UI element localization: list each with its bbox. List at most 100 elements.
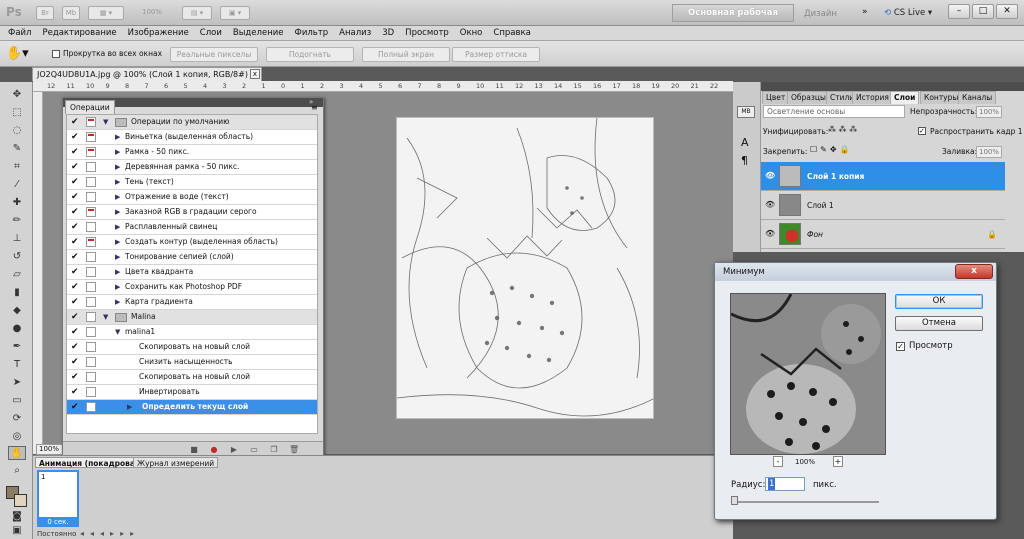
bridge-button[interactable]: Br	[36, 6, 54, 20]
expand-triangle-icon[interactable]: ▶	[115, 160, 120, 174]
expand-triangle-icon[interactable]: ▶	[115, 190, 120, 204]
toggle-check-icon[interactable]: ✔	[71, 312, 81, 322]
toggle-check-icon[interactable]: ✔	[71, 372, 81, 382]
expand-triangle-icon[interactable]: ▶	[115, 295, 120, 309]
action-row[interactable]: ✔ Инвертировать	[67, 385, 317, 400]
menu-window[interactable]: Окно	[460, 28, 483, 38]
gradient-tool-icon[interactable]: ▮	[8, 286, 26, 300]
menu-file[interactable]: Файл	[8, 28, 31, 38]
expand-triangle-icon[interactable]: ▶	[115, 265, 120, 279]
action-row[interactable]: ✔ Скопировать на новый слой	[67, 340, 317, 355]
toggle-check-icon[interactable]: ✔	[71, 327, 81, 337]
expand-triangle-icon[interactable]: ▼	[115, 325, 120, 339]
new-set-icon[interactable]: ▭	[249, 445, 259, 454]
menu-edit[interactable]: Редактирование	[42, 28, 116, 38]
layers-panel-header[interactable]	[761, 82, 1024, 91]
dialog-toggle-icon[interactable]	[86, 267, 96, 277]
shape-tool-icon[interactable]: ▭	[8, 394, 26, 408]
maximize-button[interactable]: □	[972, 4, 994, 19]
panel-tab[interactable]: Образцы	[787, 91, 830, 104]
expand-triangle-icon[interactable]: ▶	[115, 235, 120, 249]
quick-mask-icon[interactable]: ◙	[8, 510, 26, 524]
action-row[interactable]: ✔ ▶ Карта градиента	[67, 295, 317, 310]
document-tab[interactable]: JO2Q4UD8U1A.jpg @ 100% (Слой 1 копия, RG…	[32, 67, 262, 81]
zoom-tool-icon[interactable]: ⌕	[8, 464, 26, 478]
toggle-check-icon[interactable]: ✔	[71, 267, 81, 277]
toggle-check-icon[interactable]: ✔	[71, 222, 81, 232]
fill-input[interactable]: 100%	[976, 146, 1002, 158]
radius-slider-handle[interactable]	[731, 496, 738, 505]
hand-tool-icon[interactable]: ✋	[8, 446, 26, 460]
eraser-tool-icon[interactable]: ▱	[8, 268, 26, 282]
menu-select[interactable]: Выделение	[233, 28, 284, 38]
play-icon[interactable]: ▶	[229, 445, 239, 454]
zoom-level[interactable]: 100%	[132, 6, 172, 20]
dodge-tool-icon[interactable]: ●	[8, 322, 26, 336]
brush-tool-icon[interactable]: ✏	[8, 214, 26, 228]
dialog-toggle-icon[interactable]	[86, 132, 96, 142]
action-row[interactable]: ✔ Снизить насыщенность	[67, 355, 317, 370]
action-row[interactable]: ✔ ▼ malina1	[67, 325, 317, 340]
clone-stamp-tool-icon[interactable]: ⊥	[8, 232, 26, 246]
history-brush-tool-icon[interactable]: ↺	[8, 250, 26, 264]
lasso-tool-icon[interactable]: ◌	[8, 124, 26, 138]
tab-measurement-log[interactable]: Журнал измерений	[133, 457, 219, 468]
tab-animation[interactable]: Анимация (покадровая)	[35, 457, 148, 468]
action-row[interactable]: ✔ ▶ Создать контур (выделенная область)	[67, 235, 317, 250]
screen-mode-icon[interactable]: ▣	[8, 524, 26, 538]
hand-tool-preset-icon[interactable]: ✋▾	[6, 46, 29, 61]
playback-controls[interactable]: ◂◂◂▸▸▸	[80, 529, 140, 538]
mini-bridge-panel-icon[interactable]: MB	[737, 106, 755, 118]
visibility-eye-icon[interactable]: 👁	[765, 200, 775, 210]
toggle-check-icon[interactable]: ✔	[71, 207, 81, 217]
toggle-check-icon[interactable]: ✔	[71, 147, 81, 157]
propagate-frame-checkbox[interactable]: ✓	[918, 127, 926, 135]
dialog-toggle-icon[interactable]	[86, 357, 96, 367]
quick-selection-tool-icon[interactable]: ✎	[8, 142, 26, 156]
pen-tool-icon[interactable]: ✒	[8, 340, 26, 354]
expand-triangle-icon[interactable]: ▶	[115, 175, 120, 189]
dialog-toggle-icon[interactable]	[86, 237, 96, 247]
action-row[interactable]: ✔ ▶ Тень (текст)	[67, 175, 317, 190]
dialog-toggle-icon[interactable]	[86, 297, 96, 307]
action-row[interactable]: ✔ ▶ Заказной RGB в градации серого	[67, 205, 317, 220]
move-tool-icon[interactable]: ✥	[8, 88, 26, 102]
close-document-icon[interactable]: x	[250, 69, 260, 79]
loop-options[interactable]: Постоянно	[37, 530, 76, 538]
3d-camera-tool-icon[interactable]: ◎	[8, 430, 26, 444]
crop-tool-icon[interactable]: ⌗	[8, 160, 26, 174]
dialog-toggle-icon[interactable]	[86, 252, 96, 262]
frame-delay[interactable]: 0 сек.	[37, 517, 79, 527]
delete-icon[interactable]: 🗑	[289, 445, 299, 454]
dialog-toggle-icon[interactable]	[86, 222, 96, 232]
expand-triangle-icon[interactable]: ▶	[115, 280, 120, 294]
close-window-button[interactable]: ✕	[996, 4, 1018, 19]
fill-screen-button[interactable]: Полный экран	[362, 47, 450, 62]
panel-tab[interactable]: Слои	[890, 91, 920, 104]
dialog-toggle-icon[interactable]	[86, 342, 96, 352]
minimize-button[interactable]: –	[948, 4, 970, 19]
filter-preview[interactable]	[730, 293, 886, 455]
toggle-check-icon[interactable]: ✔	[71, 177, 81, 187]
actual-pixels-button[interactable]: Реальные пикселы	[170, 47, 258, 62]
workspace-menu-icon[interactable]: »	[862, 7, 868, 17]
dialog-toggle-icon[interactable]	[86, 372, 96, 382]
menu-layers[interactable]: Слои	[200, 28, 222, 38]
panel-tab[interactable]: Контуры	[920, 91, 963, 104]
expand-triangle-icon[interactable]: ▶	[115, 205, 120, 219]
action-row[interactable]: ✔ ▼ Операции по умолчанию	[67, 115, 317, 130]
preview-checkbox[interactable]: ✓	[896, 342, 905, 351]
radius-slider-track[interactable]	[731, 501, 879, 503]
screen-mode-button[interactable]: ▣ ▾	[220, 6, 250, 20]
dialog-toggle-icon[interactable]	[86, 327, 96, 337]
visibility-eye-icon[interactable]: 👁	[765, 229, 775, 239]
panel-tab[interactable]: Цвет	[762, 91, 790, 104]
layer-row[interactable]: 👁 Слой 1	[761, 191, 1005, 220]
layer-row[interactable]: 👁 Слой 1 копия	[761, 162, 1005, 191]
path-selection-tool-icon[interactable]: ➤	[8, 376, 26, 390]
panel-tab[interactable]: Каналы	[958, 91, 997, 104]
menu-image[interactable]: Изображение	[128, 28, 189, 38]
action-row[interactable]: ✔ ▶ Сохранить как Photoshop PDF	[67, 280, 317, 295]
toggle-check-icon[interactable]: ✔	[71, 252, 81, 262]
action-row[interactable]: ✔ ▶ Цвета квадранта	[67, 265, 317, 280]
